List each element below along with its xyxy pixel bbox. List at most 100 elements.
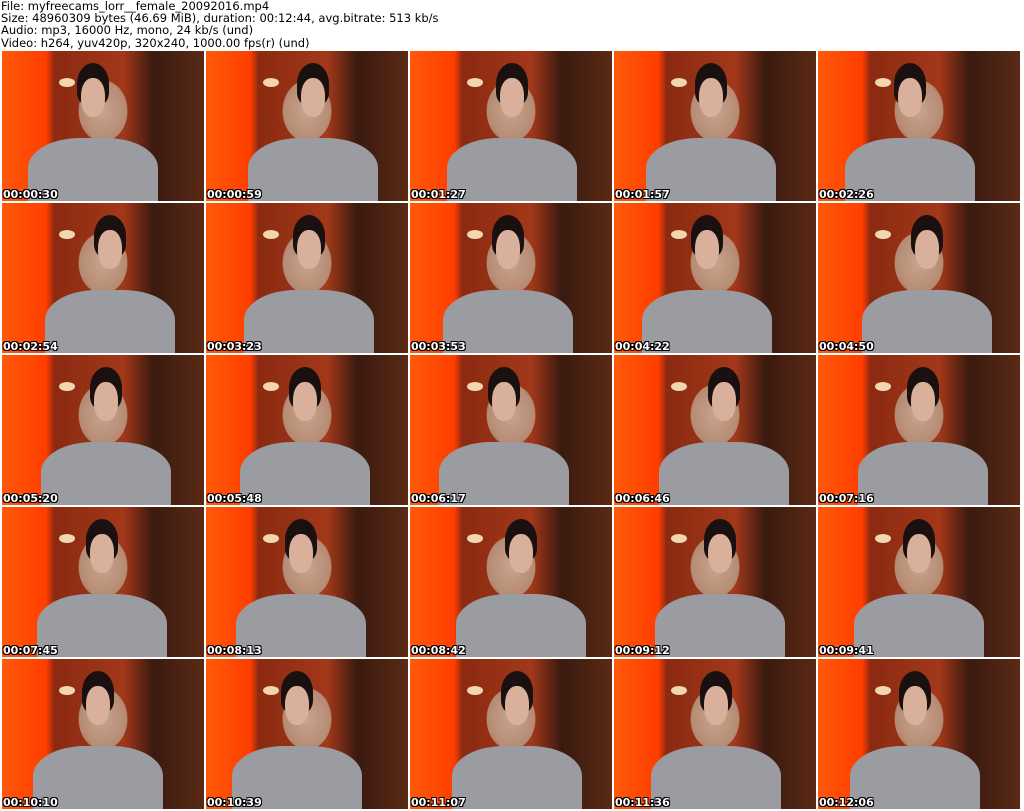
person-face — [288, 534, 314, 573]
person-shirt — [862, 290, 992, 353]
person-face — [897, 78, 923, 117]
timestamp: 00:04:50 — [819, 340, 874, 353]
person-face — [499, 78, 525, 117]
person-face — [495, 230, 521, 269]
person-shirt — [452, 746, 582, 809]
person-face — [292, 382, 318, 421]
person-shirt — [651, 746, 781, 809]
lamp — [262, 382, 279, 391]
timestamp: 00:03:23 — [207, 340, 262, 353]
video-thumbnail[interactable]: 00:07:45 — [2, 507, 204, 657]
timestamp: 00:10:10 — [3, 796, 58, 809]
timestamp: 00:00:59 — [207, 188, 262, 201]
timestamp: 00:02:54 — [3, 340, 58, 353]
video-thumbnail[interactable]: 00:01:27 — [410, 51, 612, 201]
person-shirt — [244, 290, 374, 353]
timestamp: 00:01:57 — [615, 188, 670, 201]
person-face — [284, 686, 310, 725]
lamp — [670, 534, 687, 543]
person-face — [85, 686, 111, 725]
lamp — [262, 534, 279, 543]
timestamp: 00:06:17 — [411, 492, 466, 505]
video-thumbnail[interactable]: 00:10:39 — [206, 659, 408, 809]
video-thumbnail[interactable]: 00:10:10 — [2, 659, 204, 809]
person-face — [914, 230, 940, 269]
timestamp: 00:02:26 — [819, 188, 874, 201]
person-face — [93, 382, 119, 421]
lamp — [58, 534, 75, 543]
person-shirt — [655, 594, 785, 657]
lamp — [466, 78, 483, 87]
video-thumbnail[interactable]: 00:09:12 — [614, 507, 816, 657]
lamp — [874, 78, 891, 87]
lamp — [58, 686, 75, 695]
video-thumbnail[interactable]: 00:05:20 — [2, 355, 204, 505]
video-thumbnail[interactable]: 00:05:48 — [206, 355, 408, 505]
person-shirt — [659, 442, 789, 505]
video-thumbnail[interactable]: 00:03:53 — [410, 203, 612, 353]
video-thumbnail[interactable]: 00:12:06 — [818, 659, 1020, 809]
timestamp: 00:07:45 — [3, 644, 58, 657]
timestamp: 00:00:30 — [3, 188, 58, 201]
timestamp: 00:05:20 — [3, 492, 58, 505]
timestamp: 00:01:27 — [411, 188, 466, 201]
person-face — [508, 534, 534, 573]
timestamp: 00:06:46 — [615, 492, 670, 505]
lamp — [670, 78, 687, 87]
video-thumbnail[interactable]: 00:08:13 — [206, 507, 408, 657]
video-thumbnail[interactable]: 00:02:54 — [2, 203, 204, 353]
lamp — [262, 686, 279, 695]
file-info: File: myfreecams_lorr__female_20092016.m… — [1, 0, 439, 49]
person-shirt — [858, 442, 988, 505]
person-shirt — [248, 138, 378, 201]
lamp — [58, 78, 75, 87]
video-thumbnail[interactable]: 00:06:46 — [614, 355, 816, 505]
video-thumbnail[interactable]: 00:11:36 — [614, 659, 816, 809]
video-thumbnail[interactable]: 00:04:22 — [614, 203, 816, 353]
video-thumbnail[interactable]: 00:09:41 — [818, 507, 1020, 657]
audio-info: Audio: mp3, 16000 Hz, mono, 24 kb/s (und… — [1, 23, 254, 38]
person-face — [703, 686, 729, 725]
person-face — [89, 534, 115, 573]
person-face — [711, 382, 737, 421]
person-face — [300, 78, 326, 117]
timestamp: 00:03:53 — [411, 340, 466, 353]
video-thumbnail[interactable]: 00:00:59 — [206, 51, 408, 201]
lamp — [466, 230, 483, 239]
person-shirt — [447, 138, 577, 201]
video-thumbnail[interactable]: 00:01:57 — [614, 51, 816, 201]
timestamp: 00:04:22 — [615, 340, 670, 353]
person-shirt — [45, 290, 175, 353]
lamp — [670, 686, 687, 695]
video-thumbnail[interactable]: 00:07:16 — [818, 355, 1020, 505]
person-face — [504, 686, 530, 725]
timestamp: 00:11:36 — [615, 796, 670, 809]
timestamp: 00:08:42 — [411, 644, 466, 657]
video-thumbnail[interactable]: 00:06:17 — [410, 355, 612, 505]
lamp — [466, 534, 483, 543]
lamp — [262, 230, 279, 239]
person-face — [80, 78, 106, 117]
timestamp: 00:11:07 — [411, 796, 466, 809]
video-thumbnail[interactable]: 00:11:07 — [410, 659, 612, 809]
person-shirt — [41, 442, 171, 505]
video-thumbnail[interactable]: 00:04:50 — [818, 203, 1020, 353]
video-thumbnail[interactable]: 00:02:26 — [818, 51, 1020, 201]
person-face — [707, 534, 733, 573]
video-thumbnail[interactable]: 00:08:42 — [410, 507, 612, 657]
video-thumbnail[interactable]: 00:03:23 — [206, 203, 408, 353]
lamp — [466, 686, 483, 695]
timestamp: 00:12:06 — [819, 796, 874, 809]
video-thumbnail[interactable]: 00:00:30 — [2, 51, 204, 201]
person-face — [97, 230, 123, 269]
timestamp: 00:10:39 — [207, 796, 262, 809]
person-face — [910, 382, 936, 421]
timestamp: 00:08:13 — [207, 644, 262, 657]
timestamp: 00:05:48 — [207, 492, 262, 505]
lamp — [874, 230, 891, 239]
lamp — [670, 230, 687, 239]
person-face — [902, 686, 928, 725]
person-face — [698, 78, 724, 117]
timestamp: 00:09:12 — [615, 644, 670, 657]
lamp — [874, 534, 891, 543]
